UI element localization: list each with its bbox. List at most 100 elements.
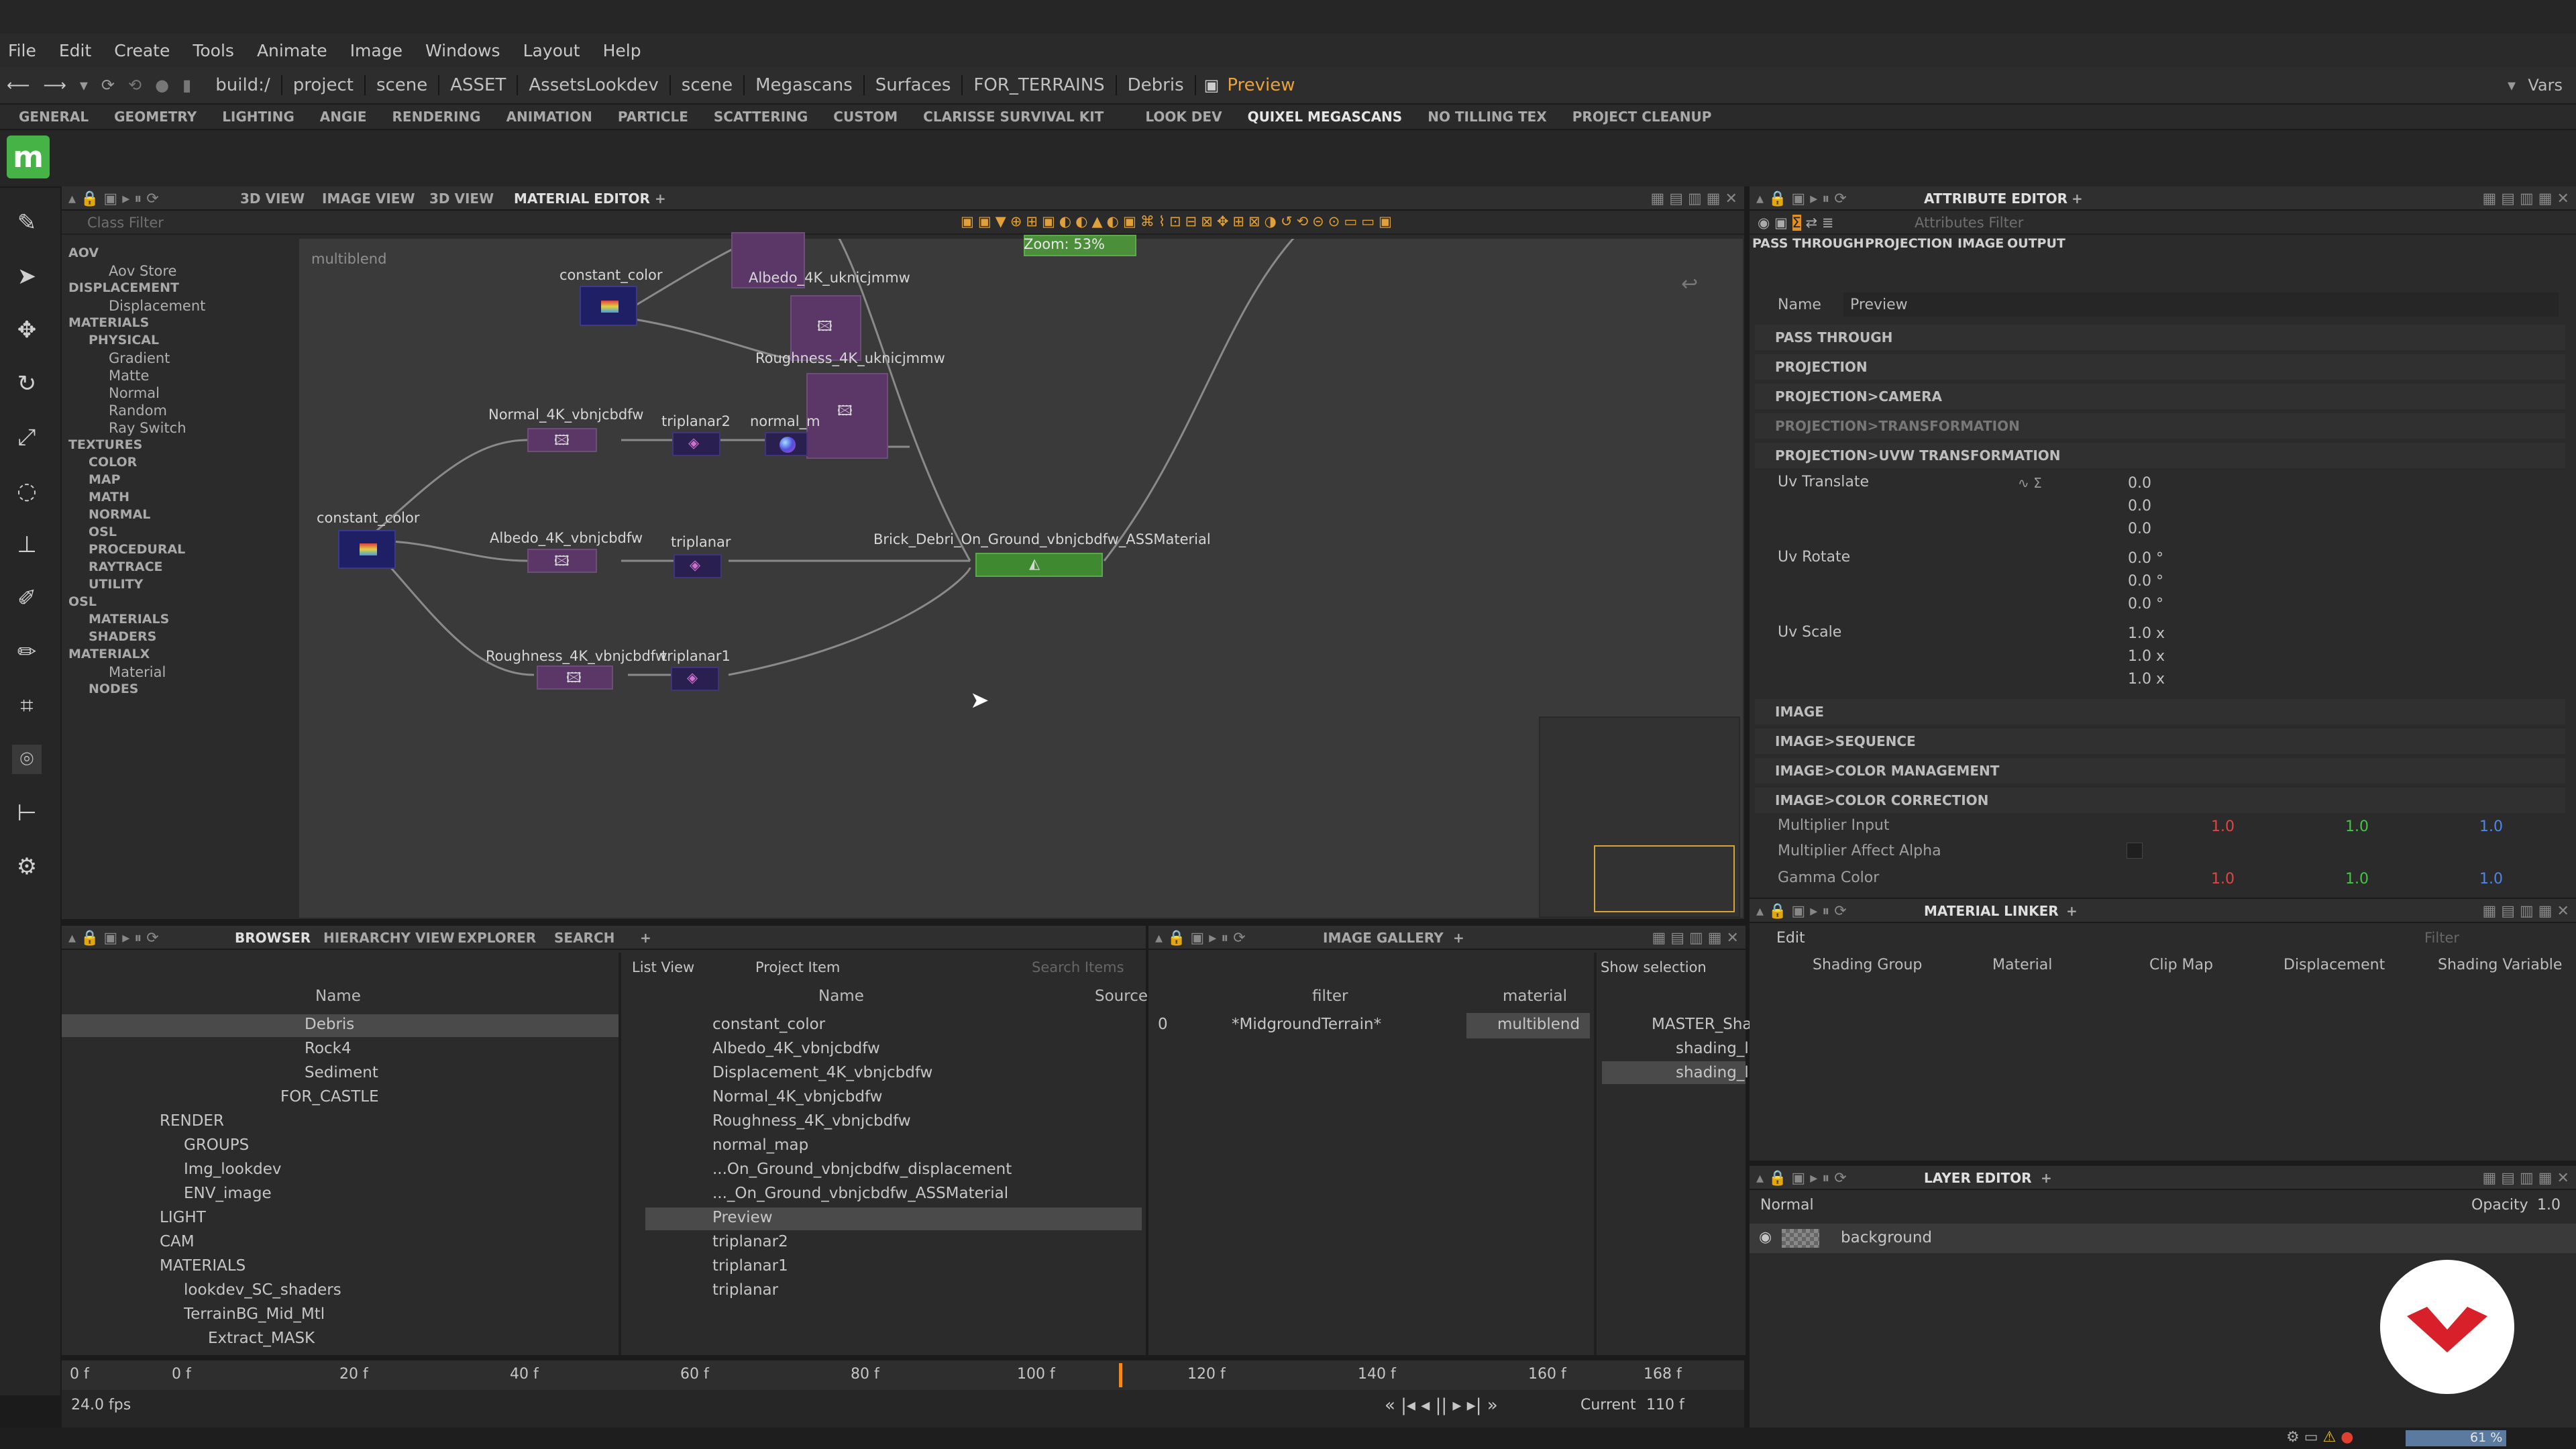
panel-controls-icon[interactable]: ▴ 🔒 ▣ ▸ ⏸ ⟳ [68,191,159,207]
tree-procedural[interactable]: PROCEDURAL [89,542,185,557]
folder-lookdev-sc-shaders[interactable]: lookdev_SC_shaders [184,1281,341,1299]
vars-button[interactable]: Vars [2528,76,2563,95]
multiplier-g[interactable]: 1.0 [2345,818,2369,835]
list-view-dropdown[interactable]: List View [632,959,694,975]
rotate-icon[interactable]: ↻ [12,369,42,398]
folder-terrainbg-mid-mtl[interactable]: TerrainBG_Mid_Mtl [184,1305,325,1323]
layout-controls-icon[interactable]: ▦ ▤ ▥ ▦ ✕ [2482,903,2569,920]
anim-controls-icon[interactable]: ∿ Σ [2018,475,2042,491]
node-constant-color-top[interactable] [580,286,637,326]
list-col-source[interactable]: Source [1095,987,1148,1005]
splitter[interactable] [619,953,621,1355]
folder-render[interactable]: RENDER [160,1112,224,1130]
tab-material-editor[interactable]: MATERIAL EDITOR [514,191,650,207]
section-image-color-correction[interactable]: IMAGE>COLOR CORRECTION [1755,788,2565,813]
shelf-tab-general[interactable]: GENERAL [19,109,89,125]
node-triplanar[interactable]: ◈ [674,554,722,578]
linker-filter-input[interactable]: Filter [2424,930,2459,946]
multiplier-b[interactable]: 1.0 [2479,818,2503,835]
tree-matte[interactable]: Matte [109,368,149,384]
shelf-tab-angie[interactable]: ANGIE [320,109,367,125]
shelf-tab-rendering[interactable]: RENDERING [392,109,481,125]
timeline-end[interactable]: 168 f [1644,1366,1682,1383]
list-item[interactable]: triplanar1 [712,1257,788,1275]
pivot-icon[interactable]: ◌ [12,476,42,506]
layer-name[interactable]: background [1841,1229,1932,1246]
tab-hierarchy-view[interactable]: HIERARCHY VIEW [323,930,455,946]
tree-materials[interactable]: MATERIALS [68,315,149,330]
layout-controls-icon[interactable]: ▦ ▤ ▥ ▦ ✕ [2482,1170,2569,1187]
crumb-debris[interactable]: Debris [1117,75,1196,95]
list-col-name[interactable]: Name [818,987,864,1005]
crumb-build[interactable]: build:/ [205,75,282,95]
lock-icon[interactable]: ▮ [182,76,191,95]
gamma-b[interactable]: 1.0 [2479,871,2503,888]
refresh-icon[interactable]: ⟳ [101,76,115,95]
history-dropdown-icon[interactable]: ▾ [80,76,88,95]
add-tab-icon[interactable]: + [1453,930,1464,946]
class-filter-input[interactable]: Class Filter [87,215,164,231]
tree-aov[interactable]: AOV [68,246,99,260]
node-triplanar1[interactable]: ◈ [671,667,719,691]
add-tab-icon[interactable]: + [2072,191,2083,207]
tree-osl-root[interactable]: OSL [68,594,97,609]
splitter[interactable] [1594,953,1597,1355]
folder-materials[interactable]: MATERIALS [160,1257,246,1275]
shelf-tab-geometry[interactable]: GEOMETRY [114,109,197,125]
crumb-asset[interactable]: ASSET [439,75,519,95]
tree-nodes[interactable]: NODES [89,682,139,696]
add-tab-icon[interactable]: + [655,191,666,207]
list-item[interactable]: Albedo_4K_vbnjcbdfw [712,1040,880,1057]
eye-icon[interactable]: ◉ [1759,1229,1772,1246]
list-item[interactable]: normal_map [712,1136,808,1154]
megascans-logo-button[interactable]: m [7,136,50,178]
linker-edit-menu[interactable]: Edit [1776,930,1805,947]
eyedropper-icon[interactable]: ✎ [12,208,42,237]
camera-icon[interactable]: ⌾ [12,745,42,774]
brush-icon[interactable]: ✏ [12,637,42,667]
linker-col-material[interactable]: Material [1992,957,2052,973]
multiplier-affect-alpha-checkbox[interactable] [2127,843,2143,859]
tab-material-linker[interactable]: MATERIAL LINKER [1924,903,2059,919]
tree-gradient[interactable]: Gradient [109,350,170,366]
tab-image-gallery[interactable]: IMAGE GALLERY [1323,930,1444,946]
tab-projection[interactable]: PROJECTION [1865,236,1953,251]
crumb-assetslookdev[interactable]: AssetsLookdev [518,75,671,95]
gallery-row-filter[interactable]: *MidgroundTerrain* [1232,1016,1381,1033]
shelf-tab-quixel-megascans[interactable]: QUIXEL MEGASCANS [1248,109,1403,125]
add-tab-icon[interactable]: + [2066,903,2078,919]
menu-tools[interactable]: Tools [193,41,234,60]
uv-translate-y[interactable]: 0.0 [2128,498,2151,515]
linker-col-displacement[interactable]: Displacement [2284,957,2385,973]
ruler-icon[interactable]: ⊢ [12,798,42,828]
panel-controls-icon[interactable]: ▴ 🔒 ▣ ▸ ⏸ ⟳ [1756,191,1847,207]
panel-controls-icon[interactable]: ▴ 🔒 ▣ ▸ ⏸ ⟳ [1155,930,1246,947]
status-icons[interactable]: ⚙ ▭ ⚠ ● [2286,1429,2353,1446]
show-selection-dropdown[interactable]: Show selection [1601,959,1707,975]
menu-help[interactable]: Help [603,41,641,60]
menu-file[interactable]: File [8,41,36,60]
uv-rotate-y[interactable]: 0.0 ° [2128,573,2163,590]
uv-scale-x[interactable]: 1.0 x [2128,625,2165,642]
menu-windows[interactable]: Windows [425,41,500,60]
tree-physical[interactable]: PHYSICAL [89,333,159,347]
opacity-value[interactable]: 1.0 [2537,1197,2561,1214]
menu-edit[interactable]: Edit [59,41,91,60]
list-item[interactable]: ..._On_Ground_vbnjcbdfw_ASSMaterial [712,1185,1008,1202]
select-arrow-icon[interactable]: ➤ [12,262,42,291]
tree-displacement-item[interactable]: Displacement [109,298,205,314]
layout-controls-icon[interactable]: ▦ ▤ ▥ ▦ ✕ [1650,191,1737,207]
list-item[interactable]: Displacement_4K_vbnjcbdfw [712,1064,932,1081]
list-item[interactable]: triplanar [712,1281,778,1299]
uv-translate-x[interactable]: 0.0 [2128,475,2151,492]
crop-icon[interactable]: ⌗ [12,691,42,720]
shelf-tab-look-dev[interactable]: LOOK DEV [1145,109,1222,125]
tree-color[interactable]: COLOR [89,455,137,470]
crumb-megascans[interactable]: Megascans [745,75,865,95]
paint-icon[interactable]: ✐ [12,584,42,613]
tree-map[interactable]: MAP [89,472,121,487]
gear-icon[interactable]: ⚙ [12,852,42,881]
menu-image[interactable]: Image [350,41,402,60]
layer-row[interactable]: ◉ background [1750,1224,2576,1253]
section-uvw-transformation[interactable]: PROJECTION>UVW TRANSFORMATION [1755,443,2565,468]
